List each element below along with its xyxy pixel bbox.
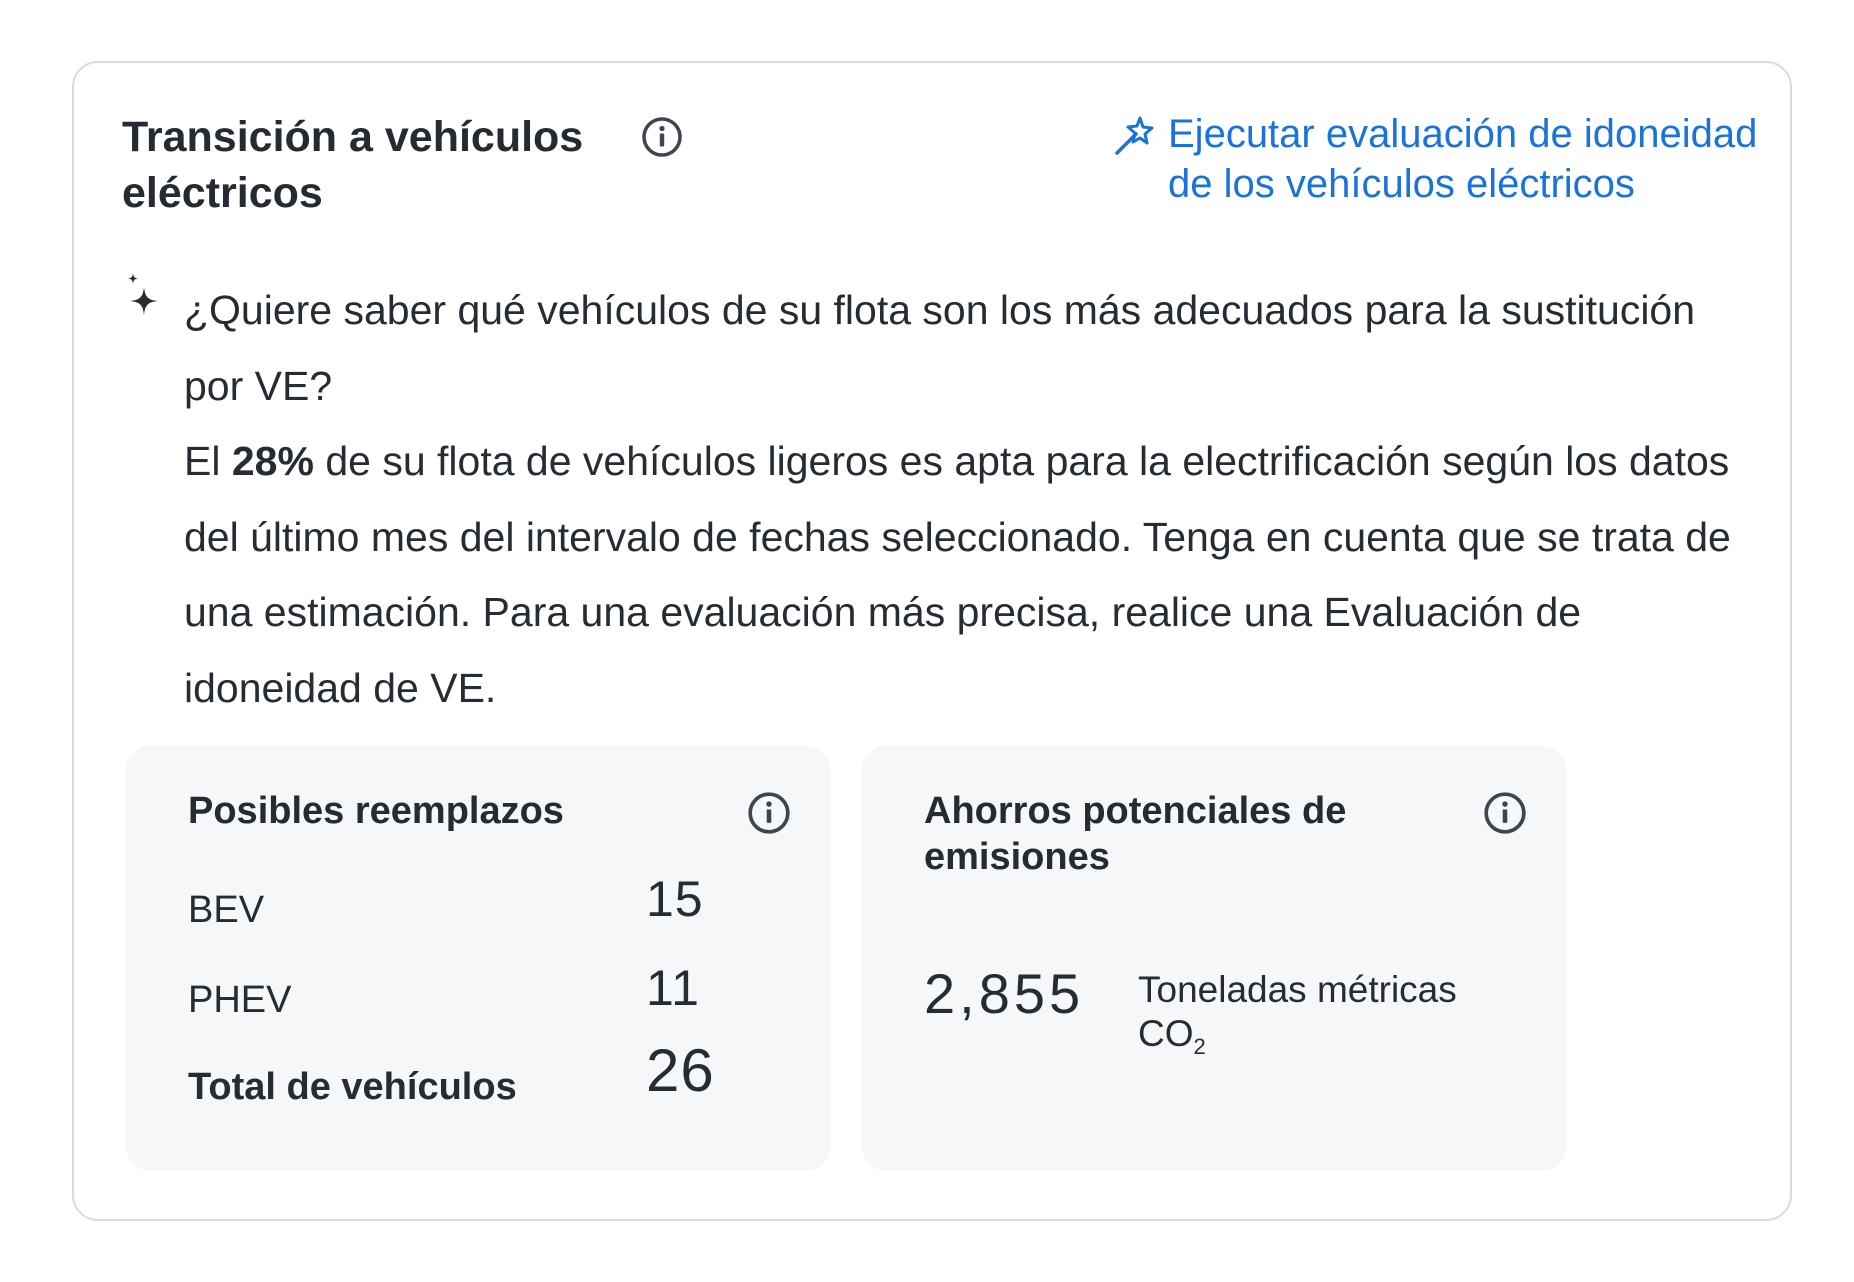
info-icon[interactable] <box>746 790 792 836</box>
card-title: Transición a vehículos eléctricos <box>122 113 584 217</box>
info-icon[interactable] <box>1482 790 1528 836</box>
insight-text: ¿Quiere saber qué vehículos de su flota … <box>184 273 1764 726</box>
run-link-line-2[interactable]: de los vehículos eléctricos <box>1168 159 1768 209</box>
suitable-percent: 28% <box>231 438 314 484</box>
emission-unit-co2: CO2 <box>1138 1012 1538 1069</box>
info-icon[interactable] <box>640 115 684 159</box>
phev-value: 11 <box>646 960 700 1016</box>
emission-unit: Toneladas métricas CO2 <box>1138 968 1538 1069</box>
insight-prefix: El <box>184 438 221 484</box>
total-vehicles-value: 26 <box>646 1037 715 1104</box>
bev-value: 15 <box>646 871 704 927</box>
ev-transition-card: Transición a vehículos eléctricos Ejecut… <box>72 61 1792 1221</box>
phev-label: PHEV <box>188 979 292 1021</box>
emission-unit-label: Toneladas métricas <box>1138 969 1457 1010</box>
run-link-line-1[interactable]: Ejecutar evaluación de idoneidad <box>1168 109 1768 159</box>
bev-label: BEV <box>188 889 265 931</box>
run-link-text[interactable]: Ejecutar evaluación de idoneidad de los … <box>1168 109 1768 209</box>
potential-emission-savings-panel: Ahorros potenciales de emisiones 2,855 T… <box>862 746 1566 1171</box>
magic-wand-icon <box>1115 116 1154 155</box>
co2-text: CO <box>1138 1013 1194 1054</box>
emission-savings-value: 2,855 <box>924 962 1085 1025</box>
card-title-block: Transición a vehículos eléctricos <box>122 109 682 221</box>
total-vehicles-label: Total de vehículos <box>188 1066 517 1108</box>
run-ev-suitability-assessment-link[interactable]: Ejecutar evaluación de idoneidad de los … <box>1092 109 1757 219</box>
sparkle-icon <box>128 273 158 315</box>
possible-replacements-title: Posibles reemplazos <box>188 790 564 832</box>
co2-subscript: 2 <box>1193 1034 1206 1059</box>
insight-body: de su flota de vehículos ligeros es apta… <box>184 438 1731 711</box>
emission-savings-title: Ahorros potenciales de emisiones <box>924 790 1347 878</box>
insight-question: ¿Quiere saber qué vehículos de su flota … <box>184 287 1696 409</box>
possible-replacements-panel: Posibles reemplazos BEV 15 PHEV 11 Total… <box>126 746 830 1171</box>
